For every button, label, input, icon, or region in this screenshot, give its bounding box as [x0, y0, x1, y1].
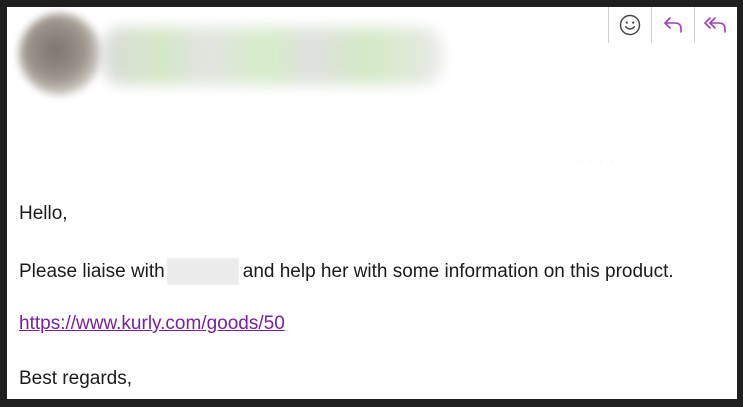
sender-info-redacted [102, 27, 442, 85]
body-text-before: Please liaise with [19, 260, 165, 282]
message-actions [608, 7, 737, 43]
email-reading-pane: ···· Hello, Please liaise with and help … [7, 7, 737, 399]
sender-avatar [19, 13, 101, 95]
greeting-text: Hello, [19, 203, 68, 224]
reply-all-button[interactable] [694, 7, 737, 43]
body-paragraph: Please liaise with and help her with som… [19, 258, 674, 285]
emoji-smile-icon [619, 14, 641, 36]
signoff-text: Best regards, [19, 368, 132, 389]
product-link[interactable]: https://www.kurly.com/goods/50 [19, 313, 285, 335]
react-button[interactable] [608, 7, 651, 43]
reply-button[interactable] [651, 7, 694, 43]
redacted-name [166, 258, 239, 285]
reply-all-icon [704, 17, 726, 33]
body-text-after: and help her with some information on th… [242, 260, 674, 282]
reply-icon [664, 17, 682, 33]
faint-dots: ···· [577, 157, 623, 168]
